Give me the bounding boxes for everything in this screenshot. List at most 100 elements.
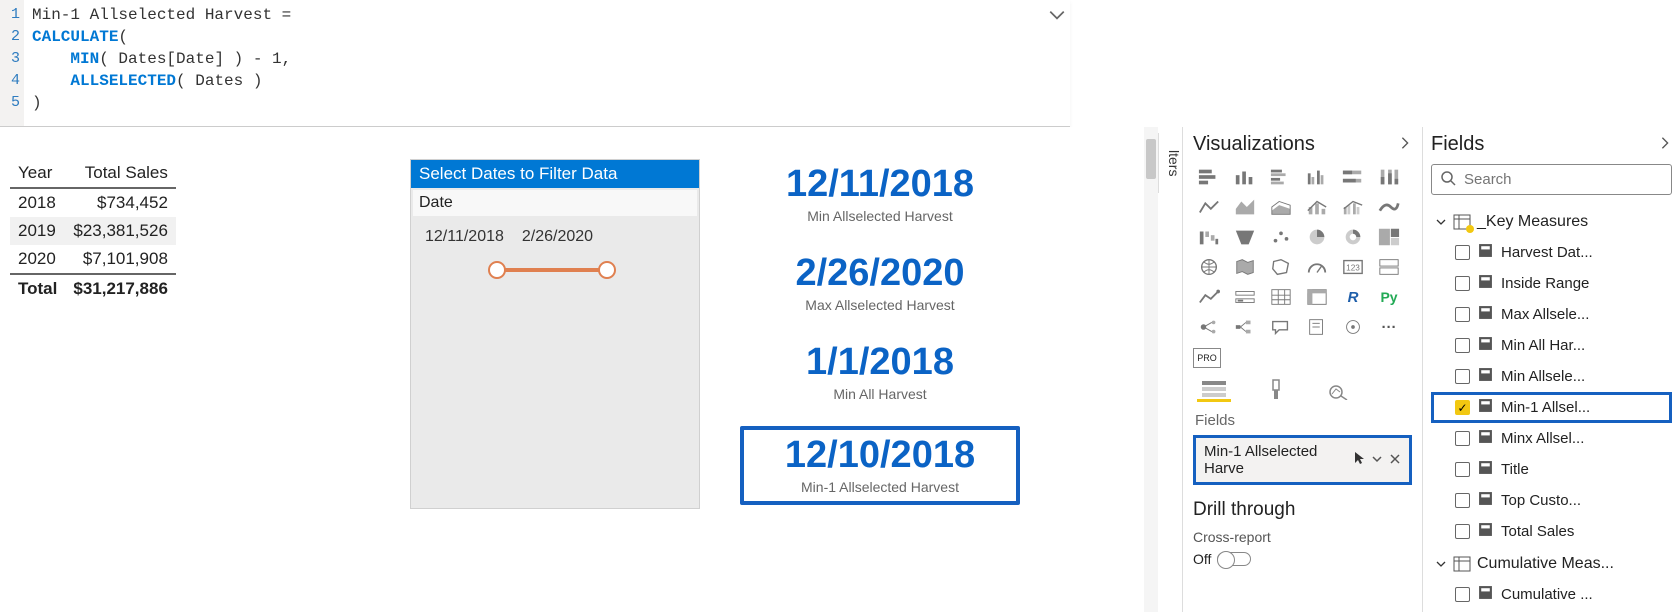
table-icon[interactable] <box>1265 284 1297 310</box>
chevron-right-icon[interactable] <box>1658 133 1672 156</box>
analytics-tab[interactable] <box>1321 378 1355 402</box>
card-min1-allselected[interactable]: 12/10/2018 Min-1 Allselected Harvest <box>740 426 1020 505</box>
area-chart-icon[interactable] <box>1229 194 1261 220</box>
stacked-area-icon[interactable] <box>1265 194 1297 220</box>
card-icon[interactable]: 123 <box>1337 254 1369 280</box>
kpi-icon[interactable] <box>1193 284 1225 310</box>
search-input[interactable] <box>1464 171 1663 188</box>
checkbox-icon[interactable] <box>1455 338 1470 353</box>
shape-map-icon[interactable] <box>1265 254 1297 280</box>
key-influencers-icon[interactable] <box>1193 314 1225 340</box>
col-year: Year <box>10 159 65 188</box>
card-max-allselected[interactable]: 2/26/2020 Max Allselected Harvest <box>740 248 1020 319</box>
checkbox-icon[interactable] <box>1455 587 1470 602</box>
fields-tab[interactable] <box>1197 378 1231 402</box>
scrollbar[interactable] <box>1144 127 1158 612</box>
qna-icon[interactable] <box>1265 314 1297 340</box>
field-total-sales[interactable]: Total Sales <box>1431 516 1672 547</box>
card-value: 1/1/2018 <box>740 343 1020 383</box>
decomposition-tree-icon[interactable] <box>1229 314 1261 340</box>
waterfall-icon[interactable] <box>1193 224 1225 250</box>
clustered-bar-icon[interactable] <box>1265 164 1297 190</box>
field-min-all-har[interactable]: Min All Har... <box>1431 330 1672 361</box>
filters-pane-collapsed[interactable]: lters <box>1158 133 1182 193</box>
checkbox-icon[interactable] <box>1455 431 1470 446</box>
field-cumulative[interactable]: Cumulative ... <box>1431 579 1672 610</box>
chevron-down-icon[interactable] <box>1048 6 1066 24</box>
checkbox-icon[interactable] <box>1455 524 1470 539</box>
ribbon-chart-icon[interactable] <box>1373 194 1405 220</box>
formula-code[interactable]: Min-1 Allselected Harvest = CALCULATE( M… <box>24 0 1070 126</box>
arcgis-icon[interactable] <box>1337 314 1369 340</box>
ellipsis: ··· <box>1382 319 1397 336</box>
checkbox-icon[interactable] <box>1455 276 1470 291</box>
table-cumulative-meas[interactable]: Cumulative Meas... <box>1431 549 1672 579</box>
field-inside-range[interactable]: Inside Range <box>1431 268 1672 299</box>
line-clustered-column-icon[interactable] <box>1337 194 1369 220</box>
table-row[interactable]: 2018$734,452 <box>10 188 176 217</box>
gauge-icon[interactable] <box>1301 254 1333 280</box>
pro-badge-icon[interactable]: PRO <box>1193 348 1221 368</box>
field-well-item[interactable]: Min-1 Allselected Harve <box>1193 435 1412 485</box>
stacked-column100-icon[interactable] <box>1373 164 1405 190</box>
chevron-right-icon[interactable] <box>1398 133 1412 156</box>
format-tab[interactable] <box>1259 378 1293 402</box>
checkbox-icon[interactable] <box>1455 245 1470 260</box>
measure-icon <box>1478 274 1493 293</box>
field-max-allsele[interactable]: Max Allsele... <box>1431 299 1672 330</box>
table-key-measures[interactable]: _Key Measures <box>1431 207 1672 237</box>
pie-icon[interactable] <box>1301 224 1333 250</box>
matrix-icon[interactable] <box>1301 284 1333 310</box>
stacked-bar100-icon[interactable] <box>1337 164 1369 190</box>
field-min1-allsel[interactable]: ✓Min-1 Allsel... <box>1431 392 1672 423</box>
field-title[interactable]: Title <box>1431 454 1672 485</box>
fields-well-label: Fields <box>1195 412 1412 429</box>
cross-report-toggle[interactable]: Off <box>1193 551 1412 567</box>
multirow-card-icon[interactable] <box>1373 254 1405 280</box>
chevron-down-icon[interactable] <box>1371 452 1383 469</box>
field-harvest-dat[interactable]: Harvest Dat... <box>1431 237 1672 268</box>
clustered-column-icon[interactable] <box>1301 164 1333 190</box>
formula-bar[interactable]: 1 2 3 4 5 Min-1 Allselected Harvest = CA… <box>0 0 1070 127</box>
sales-table-visual[interactable]: Year Total Sales 2018$734,452 2019$23,38… <box>10 159 176 303</box>
table-row[interactable]: 2019$23,381,526 <box>10 217 176 245</box>
python-visual-icon[interactable]: Py <box>1373 284 1405 310</box>
donut-icon[interactable] <box>1337 224 1369 250</box>
cell: Total <box>10 274 65 303</box>
funnel-icon[interactable] <box>1229 224 1261 250</box>
checkbox-icon[interactable] <box>1455 462 1470 477</box>
card-min-allselected[interactable]: 12/11/2018 Min Allselected Harvest <box>740 159 1020 230</box>
slicer-start-date[interactable]: 12/11/2018 <box>425 228 504 246</box>
map-icon[interactable] <box>1193 254 1225 280</box>
filled-map-icon[interactable] <box>1229 254 1261 280</box>
paginated-report-icon[interactable] <box>1301 314 1333 340</box>
field-min-allsele[interactable]: Min Allsele... <box>1431 361 1672 392</box>
remove-field-icon[interactable] <box>1389 452 1401 469</box>
slider-thumb-start[interactable] <box>488 261 506 279</box>
line-column-icon[interactable] <box>1301 194 1333 220</box>
date-slicer[interactable]: Select Dates to Filter Data Date 12/11/2… <box>410 159 700 509</box>
toggle-switch-icon[interactable] <box>1217 552 1251 566</box>
r-visual-icon[interactable]: R <box>1337 284 1369 310</box>
stacked-bar-icon[interactable] <box>1193 164 1225 190</box>
line-chart-icon[interactable] <box>1193 194 1225 220</box>
card-label: Min Allselected Harvest <box>740 208 1020 224</box>
fields-search[interactable] <box>1431 164 1672 195</box>
checkbox-icon[interactable] <box>1455 493 1470 508</box>
report-canvas[interactable]: Year Total Sales 2018$734,452 2019$23,38… <box>0 127 1182 612</box>
field-minx-allsel[interactable]: Minx Allsel... <box>1431 423 1672 454</box>
table-row[interactable]: 2020$7,101,908 <box>10 245 176 274</box>
checkbox-icon[interactable]: ✓ <box>1455 400 1470 415</box>
checkbox-icon[interactable] <box>1455 307 1470 322</box>
slicer-slider[interactable] <box>497 268 607 272</box>
treemap-icon[interactable] <box>1373 224 1405 250</box>
card-min-all[interactable]: 1/1/2018 Min All Harvest <box>740 337 1020 408</box>
slicer-icon[interactable] <box>1229 284 1261 310</box>
scatter-icon[interactable] <box>1265 224 1297 250</box>
field-top-custo[interactable]: Top Custo... <box>1431 485 1672 516</box>
checkbox-icon[interactable] <box>1455 369 1470 384</box>
more-visuals-icon[interactable]: ··· <box>1373 314 1405 340</box>
stacked-column-icon[interactable] <box>1229 164 1261 190</box>
slicer-end-date[interactable]: 2/26/2020 <box>522 228 593 246</box>
slider-thumb-end[interactable] <box>598 261 616 279</box>
